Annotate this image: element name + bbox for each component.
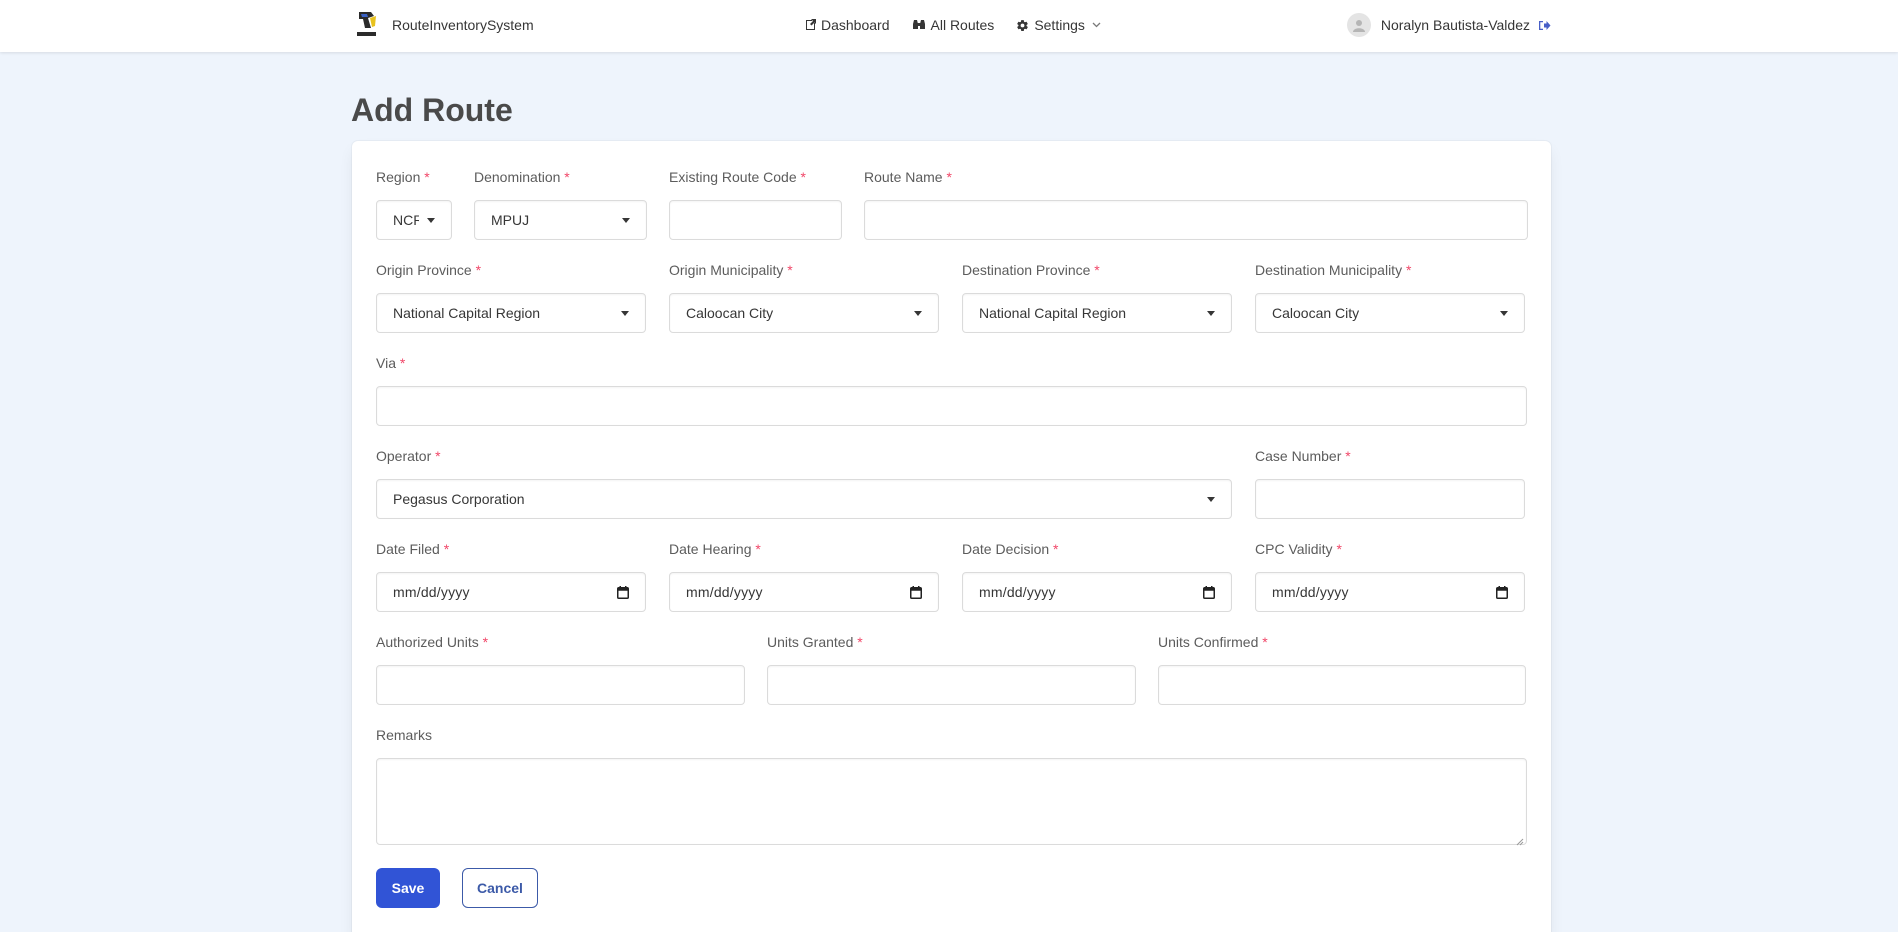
operator-select[interactable]: Pegasus Corporation <box>376 479 1232 519</box>
brand-logo <box>355 10 378 40</box>
date-filed-input[interactable]: mm/dd/yyyy <box>376 572 646 612</box>
route-name-label: Route Name * <box>864 169 952 185</box>
remarks-label: Remarks <box>376 727 433 743</box>
nav-settings[interactable]: Settings <box>1016 17 1101 33</box>
avatar[interactable] <box>1346 13 1371 37</box>
nav-settings-label: Settings <box>1034 17 1085 33</box>
cancel-button[interactable]: Cancel <box>462 868 538 908</box>
calendar-icon[interactable] <box>1203 585 1215 599</box>
denomination-field: Denomination * MPUJ <box>474 167 647 240</box>
route-name-field: Route Name * <box>864 167 1528 240</box>
nav-dashboard-label: Dashboard <box>821 17 890 33</box>
resize-grip-icon[interactable] <box>1516 838 1524 846</box>
origin-province-field: Origin Province * National Capital Regio… <box>376 260 646 333</box>
destination-municipality-label: Destination Municipality * <box>1255 262 1412 278</box>
operator-field: Operator * Pegasus Corporation <box>376 446 1232 519</box>
case-number-field: Case Number * <box>1255 446 1525 519</box>
cpc-validity-field: CPC Validity * mm/dd/yyyy <box>1255 539 1525 612</box>
chevron-down-icon <box>1207 310 1215 316</box>
date-decision-label: Date Decision * <box>962 541 1059 557</box>
denomination-select[interactable]: MPUJ <box>474 200 647 240</box>
destination-province-label: Destination Province * <box>962 262 1100 278</box>
date-decision-input[interactable]: mm/dd/yyyy <box>962 572 1232 612</box>
authorized-units-input[interactable] <box>376 665 745 705</box>
nav-all-routes[interactable]: All Routes <box>912 17 995 33</box>
add-route-form: Region * NCR Denomination * MPUJ Existin… <box>352 141 1551 932</box>
units-confirmed-input[interactable] <box>1158 665 1526 705</box>
authorized-units-field: Authorized Units * <box>376 632 745 705</box>
region-field: Region * NCR <box>376 167 452 240</box>
origin-municipality-field: Origin Municipality * Caloocan City <box>669 260 939 333</box>
sign-out-icon[interactable] <box>1538 20 1551 31</box>
units-confirmed-label: Units Confirmed * <box>1158 634 1268 650</box>
origin-province-select[interactable]: National Capital Region <box>376 293 646 333</box>
destination-municipality-select[interactable]: Caloocan City <box>1255 293 1525 333</box>
chevron-down-icon <box>1500 310 1508 316</box>
chevron-down-icon <box>914 310 922 316</box>
date-hearing-label: Date Hearing * <box>669 541 761 557</box>
chevron-down-icon <box>427 217 435 223</box>
chevron-down-icon <box>622 217 630 223</box>
destination-province-select[interactable]: National Capital Region <box>962 293 1232 333</box>
operator-label: Operator * <box>376 448 441 464</box>
date-hearing-field: Date Hearing * mm/dd/yyyy <box>669 539 939 612</box>
region-select[interactable]: NCR <box>376 200 452 240</box>
date-filed-label: Date Filed * <box>376 541 450 557</box>
top-navbar: RouteInventorySystem Dashboard All Route… <box>0 0 1898 52</box>
chevron-down-icon <box>621 310 629 316</box>
brand[interactable]: RouteInventorySystem <box>355 8 534 42</box>
case-number-label: Case Number * <box>1255 448 1351 464</box>
cpc-validity-label: CPC Validity * <box>1255 541 1342 557</box>
existing-route-code-field: Existing Route Code * <box>669 167 842 240</box>
remarks-textarea[interactable] <box>376 758 1527 845</box>
main-nav: Dashboard All Routes Settings <box>805 0 1101 50</box>
origin-municipality-select[interactable]: Caloocan City <box>669 293 939 333</box>
page-title: Add Route <box>351 92 513 128</box>
units-granted-field: Units Granted * <box>767 632 1136 705</box>
user-name: Noralyn Bautista-Valdez <box>1380 17 1530 33</box>
cpc-validity-input[interactable]: mm/dd/yyyy <box>1255 572 1525 612</box>
via-label: Via * <box>376 355 406 371</box>
authorized-units-label: Authorized Units * <box>376 634 489 650</box>
origin-province-label: Origin Province * <box>376 262 482 278</box>
chevron-down-icon <box>1207 496 1215 502</box>
remarks-field: Remarks <box>376 725 1527 846</box>
destination-municipality-field: Destination Municipality * Caloocan City <box>1255 260 1525 333</box>
units-granted-label: Units Granted * <box>767 634 863 650</box>
dashboard-icon <box>805 19 816 31</box>
gear-icon <box>1016 19 1029 32</box>
via-input[interactable] <box>376 386 1527 426</box>
route-name-input[interactable] <box>864 200 1528 240</box>
via-field: Via * <box>376 353 1527 426</box>
binoculars-icon <box>912 19 926 31</box>
denomination-label: Denomination * <box>474 169 570 185</box>
calendar-icon[interactable] <box>910 585 922 599</box>
nav-dashboard[interactable]: Dashboard <box>805 17 890 33</box>
user-menu: Noralyn Bautista-Valdez <box>1346 0 1551 50</box>
destination-province-field: Destination Province * National Capital … <box>962 260 1232 333</box>
date-hearing-input[interactable]: mm/dd/yyyy <box>669 572 939 612</box>
units-granted-input[interactable] <box>767 665 1136 705</box>
existing-route-code-input[interactable] <box>669 200 842 240</box>
case-number-input[interactable] <box>1255 479 1525 519</box>
origin-municipality-label: Origin Municipality * <box>669 262 793 278</box>
existing-route-code-label: Existing Route Code * <box>669 169 806 185</box>
units-confirmed-field: Units Confirmed * <box>1158 632 1526 705</box>
calendar-icon[interactable] <box>617 585 629 599</box>
nav-all-routes-label: All Routes <box>930 17 995 33</box>
chevron-down-icon <box>1092 22 1101 28</box>
brand-name: RouteInventorySystem <box>392 17 534 33</box>
save-button[interactable]: Save <box>376 868 440 908</box>
region-label: Region * <box>376 169 430 185</box>
calendar-icon[interactable] <box>1496 585 1508 599</box>
date-filed-field: Date Filed * mm/dd/yyyy <box>376 539 646 612</box>
date-decision-field: Date Decision * mm/dd/yyyy <box>962 539 1232 612</box>
